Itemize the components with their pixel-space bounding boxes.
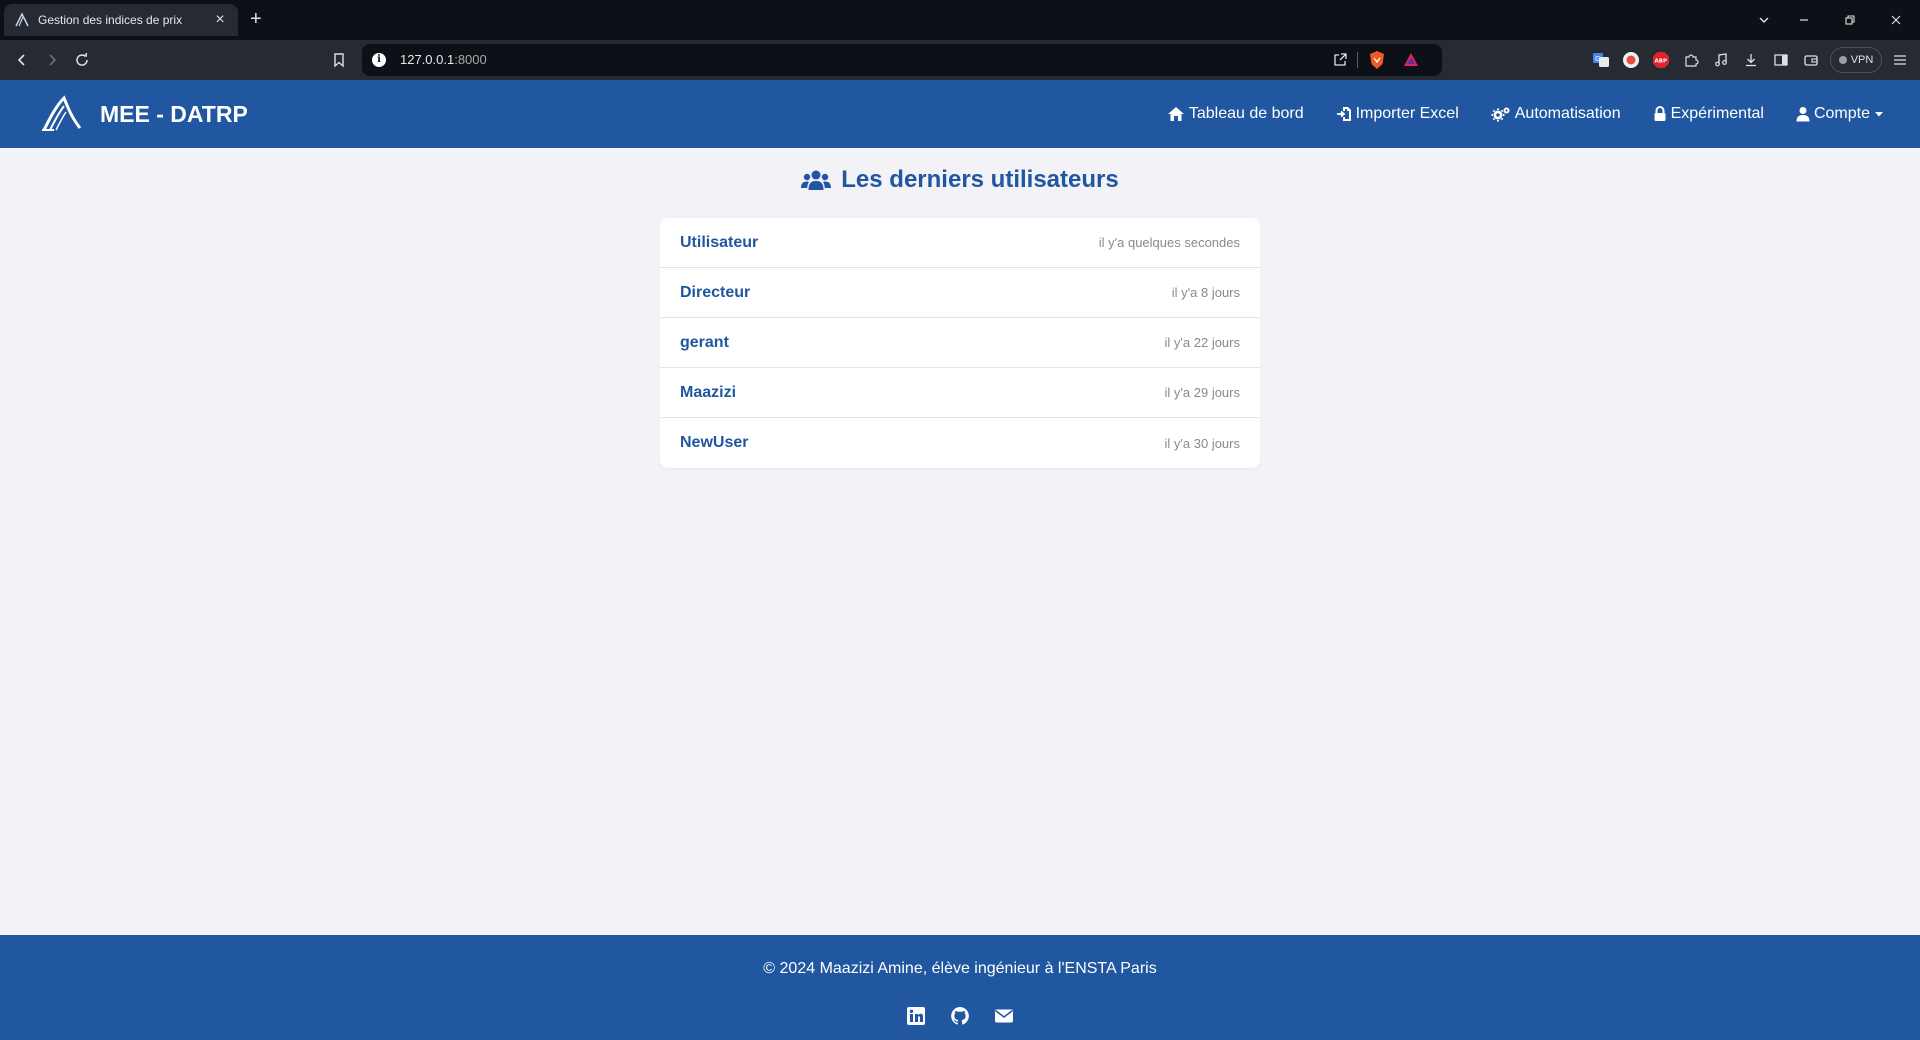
close-icon[interactable]: × [212,11,228,29]
share-icon[interactable] [1332,52,1348,68]
nav-account-dropdown[interactable]: Compte [1796,105,1884,123]
brand-logo [42,95,82,131]
wallet-icon[interactable] [1801,50,1821,70]
chevron-down-icon[interactable] [1742,0,1786,40]
plus-icon[interactable]: + [250,8,262,30]
app-navbar: MEE - DATRP Tableau de bord Importer Exc… [0,80,1920,148]
user-last-seen: il y'a 22 jours [1164,335,1240,350]
svg-text:ABP: ABP [1655,59,1667,65]
browser-tab-strip: Gestion des indices de prix × + [0,0,1920,40]
brave-shield-icon[interactable] [1368,50,1386,70]
list-item[interactable]: Directeur il y'a 8 jours [660,268,1260,318]
nav-links: Tableau de bord Importer Excel Automatis… [1167,80,1884,148]
list-item[interactable]: gerant il y'a 22 jours [660,318,1260,368]
social-links [0,1006,1920,1026]
minimize-icon[interactable] [1782,0,1826,40]
browser-tab[interactable]: Gestion des indices de prix × [4,4,238,36]
record-icon[interactable] [1621,50,1641,70]
nav-import-excel-label: Importer Excel [1355,105,1459,122]
nav-import-excel[interactable]: Importer Excel [1336,105,1459,123]
nav-automation-label: Automatisation [1514,105,1621,122]
forward-icon[interactable] [40,48,64,72]
vpn-label: VPN [1850,54,1874,66]
list-item[interactable]: NewUser il y'a 30 jours [660,418,1260,468]
user-last-seen: il y'a 29 jours [1164,385,1240,400]
nav-account-label: Compte [1813,105,1870,122]
nav-experimental-label: Expérimental [1670,105,1764,122]
media-icon[interactable] [1711,50,1731,70]
translate-icon[interactable]: G [1591,50,1611,70]
back-icon[interactable] [10,48,34,72]
extensions-icon[interactable] [1681,50,1701,70]
url-text[interactable]: 127.0.0.1:8000 [400,52,487,67]
nav-dashboard-label: Tableau de bord [1188,105,1304,122]
user-name[interactable]: Directeur [680,284,750,302]
page-title: Les derniers utilisateurs [841,166,1119,193]
import-icon [1336,107,1351,121]
user-last-seen: il y'a quelques secondes [1098,235,1240,250]
recent-users-list: Utilisateur il y'a quelques secondes Dir… [660,218,1260,468]
url-port: :8000 [454,52,487,67]
vpn-status-dot [1838,56,1847,64]
sidebar-icon[interactable] [1771,50,1791,70]
lock-icon [1654,106,1666,121]
brand-name: MEE - DATRP [100,100,248,127]
address-bar[interactable]: i 127.0.0.1:8000 [362,44,1442,76]
home-icon [1167,107,1184,121]
user-name[interactable]: Maazizi [680,384,736,402]
list-item[interactable]: Maazizi il y'a 29 jours [660,368,1260,418]
bookmark-icon[interactable] [327,48,351,72]
page-heading: Les derniers utilisateurs [0,166,1920,194]
users-icon [801,170,832,190]
url-host: 127.0.0.1 [400,52,455,67]
user-name[interactable]: Utilisateur [680,234,758,252]
adblock-icon[interactable]: ABP [1651,50,1671,70]
footer-copyright: © 2024 Maazizi Amine, élève ingénieur à … [763,960,1157,977]
nav-dashboard[interactable]: Tableau de bord [1167,105,1304,123]
info-icon[interactable]: i [372,53,386,67]
brand[interactable]: MEE - DATRP [40,94,248,134]
user-last-seen: il y'a 8 jours [1171,285,1240,300]
menu-icon[interactable] [1890,50,1910,70]
user-icon [1796,107,1810,122]
download-icon[interactable] [1741,50,1761,70]
url-divider [1357,52,1358,68]
caret-down-icon [1875,112,1883,117]
page-footer: © 2024 Maazizi Amine, élève ingénieur à … [0,935,1920,1040]
nav-experimental[interactable]: Expérimental [1653,105,1764,123]
user-last-seen: il y'a 30 jours [1164,435,1240,451]
user-name[interactable]: NewUser [680,434,748,452]
envelope-icon[interactable] [994,1006,1014,1026]
window-close-icon[interactable] [1874,0,1918,40]
cogs-icon [1491,107,1510,122]
brave-rewards-icon[interactable] [1402,51,1420,69]
app-favicon [15,12,29,27]
tab-title: Gestion des indices de prix [38,13,183,27]
list-item[interactable]: Utilisateur il y'a quelques secondes [660,218,1260,268]
github-icon[interactable] [950,1006,970,1026]
user-name[interactable]: gerant [680,334,729,352]
svg-text:G: G [1595,55,1600,63]
vpn-button[interactable]: VPN [1830,47,1882,73]
linkedin-icon[interactable] [906,1006,926,1026]
restore-icon[interactable] [1828,0,1872,40]
nav-automation[interactable]: Automatisation [1491,105,1621,123]
reload-icon[interactable] [70,48,94,72]
